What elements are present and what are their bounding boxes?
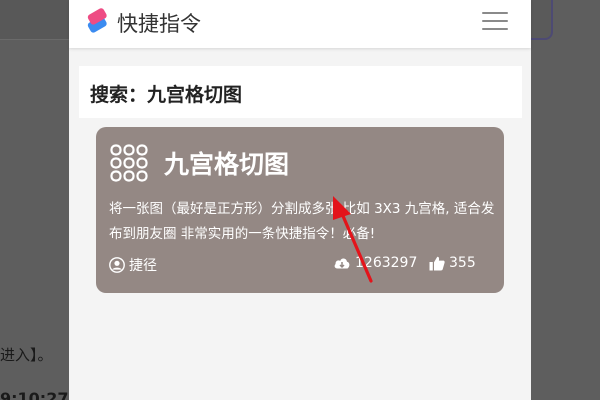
grid-icon xyxy=(110,144,148,182)
top-bar: 快捷指令 xyxy=(69,0,531,48)
search-result-header: 搜索：九宫格切图 xyxy=(79,66,522,118)
like-count: 355 xyxy=(429,255,476,271)
background-left: 进入】。 9:10:27 xyxy=(0,0,69,400)
download-count: 1263297 xyxy=(333,255,417,271)
user-icon xyxy=(109,257,125,273)
thumbs-up-icon xyxy=(429,256,445,270)
card-title: 九宫格切图 xyxy=(164,150,290,179)
app-title: 快捷指令 xyxy=(117,12,201,36)
menu-icon[interactable] xyxy=(482,12,508,32)
card-meta: 捷径 1263297 355 xyxy=(109,255,489,275)
search-label: 搜索：九宫格切图 xyxy=(90,84,243,106)
author-info: 捷径 xyxy=(109,255,157,275)
background-bar xyxy=(0,0,69,40)
like-value: 355 xyxy=(449,255,476,271)
card-description: 将一张图（最好是正方形）分割成多张 比如 3X3 九宫格, 适合发布到朋友圈 非… xyxy=(109,201,495,242)
background-text: 进入】。 xyxy=(0,346,53,364)
background-timestamp: 9:10:27 xyxy=(0,389,69,400)
background-right xyxy=(521,0,600,400)
download-icon xyxy=(334,258,350,269)
shortcuts-logo-icon xyxy=(87,8,107,33)
download-value: 1263297 xyxy=(355,255,418,271)
author-label: 捷径 xyxy=(129,258,157,274)
shortcuts-panel: 快捷指令 搜索：九宫格切图 九宫格切图 将一张图（最好是正方形）分割成多张 比如… xyxy=(69,0,531,400)
shortcut-card[interactable]: 九宫格切图 将一张图（最好是正方形）分割成多张 比如 3X3 九宫格, 适合发布… xyxy=(96,127,504,293)
